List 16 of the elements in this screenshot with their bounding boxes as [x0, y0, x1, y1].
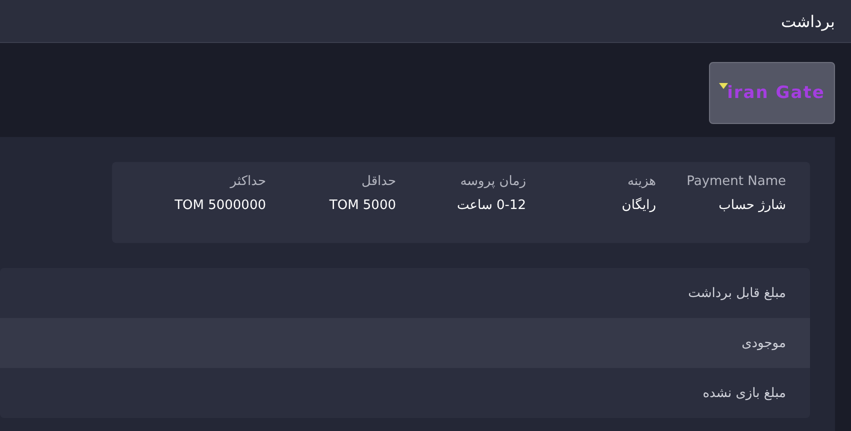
column-value: رایگان [620, 198, 656, 213]
column-label: حداکثر [228, 174, 266, 189]
column-label: هزینه [626, 174, 656, 189]
logo-text: iran Gate [727, 83, 825, 103]
column-value: TOM 5000000 [174, 198, 266, 213]
column-value: TOM 5000 [328, 198, 396, 213]
balance-row: مبلغ بازی نشده [0, 368, 810, 418]
balance-row: موجودی [0, 318, 810, 368]
column-label: حداقل [360, 174, 396, 189]
gem-icon [719, 83, 728, 89]
balance-row: مبلغ قابل برداشت [0, 268, 810, 318]
column-label: Payment Name [686, 174, 786, 189]
column-label: زمان پروسه [459, 174, 526, 189]
column-value: 0-12 ساعت [456, 198, 526, 213]
page-title: برداشت [781, 12, 835, 30]
column-value: شارژ حساب [718, 198, 786, 213]
